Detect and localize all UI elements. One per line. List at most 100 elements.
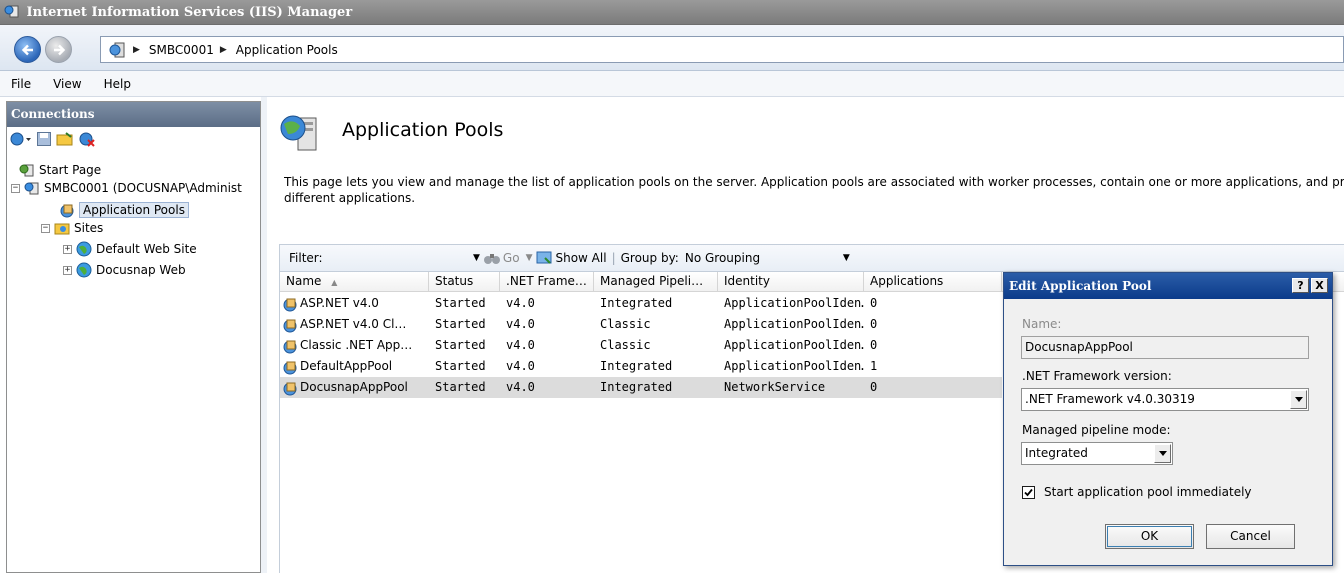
collapse-toggle-icon[interactable]: −	[41, 223, 50, 233]
column-header-status[interactable]: Status	[429, 272, 500, 292]
filter-input[interactable]	[339, 248, 469, 268]
tree-label: Start Page	[39, 163, 102, 177]
breadcrumb-server[interactable]: SMBC0001	[149, 43, 214, 57]
address-path[interactable]: ▶ SMBC0001 ▶ Application Pools	[100, 36, 1344, 63]
cell-net-framework: v4.0	[506, 338, 535, 352]
cell-applications: 0	[870, 296, 878, 310]
table-row[interactable]: ASP.NET v4.0 Cl… Started v4.0 Classic Applic…	[280, 314, 1002, 335]
table-row[interactable]: DefaultAppPool Started v4.0 Integrated Appli…	[280, 356, 1002, 377]
cell-managed-pipeline: Integrated	[600, 296, 673, 310]
cell-status: Started	[435, 380, 486, 394]
column-header-net-framework[interactable]: .NET Frame…	[500, 272, 594, 292]
connections-panel: Connections Start Page − SMBC0001 (DOCUS…	[6, 101, 261, 573]
tree-item-default-web-site[interactable]: + Default Web Site	[63, 239, 197, 259]
page-description: This page lets you view and manage the l…	[284, 174, 1344, 206]
tree-label: Docusnap Web	[96, 263, 186, 277]
menu-file[interactable]: File	[0, 77, 42, 91]
group-by-select[interactable]: No Grouping	[685, 251, 843, 265]
tree-item-start-page[interactable]: Start Page	[19, 160, 101, 180]
arrow-left-icon	[21, 44, 33, 55]
cell-name[interactable]: ASP.NET v4.0 Cl…	[280, 314, 429, 335]
server-icon	[109, 42, 125, 57]
dropdown-arrow-icon[interactable]	[1154, 444, 1171, 463]
cell-name[interactable]: DefaultAppPool	[280, 356, 429, 377]
cell-name[interactable]: DocusnapAppPool	[280, 377, 429, 398]
pool-name: ASP.NET v4.0 Cl…	[300, 317, 407, 331]
pipeline-mode-label: Managed pipeline mode:	[1022, 423, 1171, 437]
cell-net-framework: v4.0	[506, 296, 535, 310]
tree-label: Application Pools	[79, 202, 189, 218]
table-row[interactable]: ASP.NET v4.0 Started v4.0 Integrated Applica…	[280, 293, 1002, 314]
cell-managed-pipeline: Classic	[600, 338, 651, 352]
cell-applications: 0	[870, 317, 878, 331]
help-button[interactable]: ?	[1292, 278, 1309, 293]
cell-identity: ApplicationPoolIden…	[724, 296, 864, 310]
app-pool-icon	[60, 204, 74, 218]
start-immediately-label[interactable]: Start application pool immediately	[1044, 485, 1252, 499]
folder-icon[interactable]	[56, 131, 74, 147]
show-all-button[interactable]: Show All	[555, 251, 606, 265]
tree-item-docusnap-web[interactable]: + Docusnap Web	[63, 260, 186, 280]
edit-application-pool-dialog: Edit Application Pool ? X Name: Docusnap…	[1003, 272, 1333, 566]
group-by-arrow-icon[interactable]: ▼	[843, 253, 850, 263]
tree-item-application-pools[interactable]: Application Pools	[59, 200, 189, 220]
column-title: Name	[286, 274, 322, 288]
save-icon[interactable]	[36, 131, 52, 147]
expand-toggle-icon[interactable]: +	[63, 244, 72, 254]
app-pool-icon	[283, 319, 297, 332]
description-line: different applications.	[284, 191, 416, 205]
tree-item-server[interactable]: − SMBC0001 (DOCUSNAP\Administ	[11, 178, 242, 198]
pipeline-mode-select[interactable]: Integrated	[1021, 442, 1173, 465]
go-dropdown-arrow-icon[interactable]: ▼	[526, 253, 533, 263]
column-header-name[interactable]: Name ▲	[280, 272, 429, 292]
expand-toggle-icon[interactable]: +	[63, 265, 72, 275]
breadcrumb-arrow-icon[interactable]: ▶	[220, 45, 227, 55]
net-framework-label: .NET Framework version:	[1022, 369, 1172, 383]
dialog-title-bar[interactable]: Edit Application Pool ? X	[1004, 273, 1332, 299]
cell-name[interactable]: Classic .NET App…	[280, 335, 429, 356]
close-button[interactable]: X	[1311, 278, 1328, 293]
connections-toolbar	[7, 127, 260, 151]
table-row[interactable]: Classic .NET App… Started v4.0 Classic Appli…	[280, 335, 1002, 356]
back-button[interactable]	[14, 36, 41, 63]
collapse-toggle-icon[interactable]: −	[11, 183, 20, 193]
table-row[interactable]: DocusnapAppPool Started v4.0 Integrated Netw…	[280, 377, 1002, 398]
menu-view[interactable]: View	[42, 77, 92, 91]
go-button[interactable]: Go	[503, 251, 520, 265]
menu-help[interactable]: Help	[93, 77, 142, 91]
dropdown-arrow-icon[interactable]	[1290, 390, 1307, 409]
cell-net-framework: v4.0	[506, 380, 535, 394]
ok-button[interactable]: OK	[1105, 524, 1194, 549]
connect-icon[interactable]	[10, 131, 32, 147]
iis-app-icon	[4, 5, 19, 18]
show-all-icon[interactable]	[536, 250, 554, 266]
cell-applications: 1	[870, 359, 878, 373]
breadcrumb-app-pools[interactable]: Application Pools	[236, 43, 338, 57]
pool-name: DocusnapAppPool	[300, 380, 408, 394]
address-bar: ▶ SMBC0001 ▶ Application Pools	[0, 25, 1344, 71]
pool-name: ASP.NET v4.0	[300, 296, 379, 310]
cancel-button[interactable]: Cancel	[1206, 524, 1295, 549]
globe-icon	[76, 262, 92, 278]
cell-net-framework: v4.0	[506, 317, 535, 331]
filter-dropdown-arrow-icon[interactable]: ▼	[473, 253, 480, 263]
start-immediately-checkbox[interactable]	[1022, 485, 1035, 499]
column-header-identity[interactable]: Identity	[718, 272, 864, 292]
pool-name: Classic .NET App…	[300, 338, 413, 352]
binoculars-icon[interactable]	[483, 251, 501, 265]
disconnect-icon[interactable]	[78, 131, 96, 147]
cell-status: Started	[435, 359, 486, 373]
tree-item-sites[interactable]: − Sites	[41, 218, 103, 238]
cell-managed-pipeline: Integrated	[600, 380, 673, 394]
column-header-applications[interactable]: Applications	[864, 272, 1002, 292]
cell-name[interactable]: ASP.NET v4.0	[280, 293, 429, 314]
pipeline-mode-value: Integrated	[1025, 446, 1088, 460]
cell-status: Started	[435, 338, 486, 352]
net-framework-select[interactable]: .NET Framework v4.0.30319	[1021, 388, 1309, 411]
breadcrumb-arrow-icon[interactable]: ▶	[133, 45, 140, 55]
app-pool-icon	[283, 361, 297, 374]
column-header-managed-pipeline[interactable]: Managed Pipeli…	[594, 272, 718, 292]
start-immediately-row: Start application pool immediately	[1022, 485, 1252, 499]
forward-button[interactable]	[45, 36, 72, 63]
cell-identity: ApplicationPoolIden…	[724, 359, 864, 373]
